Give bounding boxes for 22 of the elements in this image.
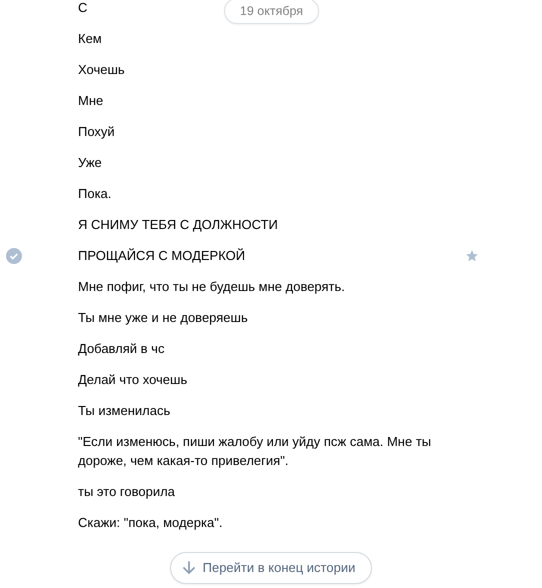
message-text: Уже [78, 154, 102, 172]
message-text: Похуй [78, 123, 115, 141]
jump-to-end-button[interactable]: Перейти в конец истории [170, 552, 372, 584]
star-icon[interactable] [465, 248, 479, 262]
message-text: "Если изменюсь, пиши жалобу или уйду псж сама. Мне ты дороже, чем какая-то привелегия". [78, 433, 432, 470]
message-text: Добавляй в чс [78, 340, 164, 358]
select-check-icon[interactable] [6, 248, 22, 264]
message-text: Кем [78, 30, 102, 48]
message-text: Ты изменилась [78, 402, 170, 420]
message-text: Скажи: "пока, модерка". [78, 514, 222, 532]
message-text: Хочешь [78, 61, 125, 79]
message-text: ты это говорила [78, 483, 175, 501]
message-text: Ты мне уже и не доверяешь [78, 309, 248, 327]
message-text: Мне [78, 92, 104, 110]
message-text: ПРОЩАЙСЯ С МОДЕРКОЙ [78, 247, 246, 265]
message-text: Пока. [78, 185, 112, 203]
message-text: Мне пофиг, что ты не будешь мне доверять. [78, 278, 345, 296]
down-arrow-icon [182, 561, 195, 575]
message-text: Я СНИМУ ТЕБЯ С ДОЛЖНОСТИ [78, 216, 278, 234]
date-label: 19 октября [224, 0, 319, 24]
message-text: С [78, 0, 88, 17]
message-text: Делай что хочешь [78, 371, 188, 389]
